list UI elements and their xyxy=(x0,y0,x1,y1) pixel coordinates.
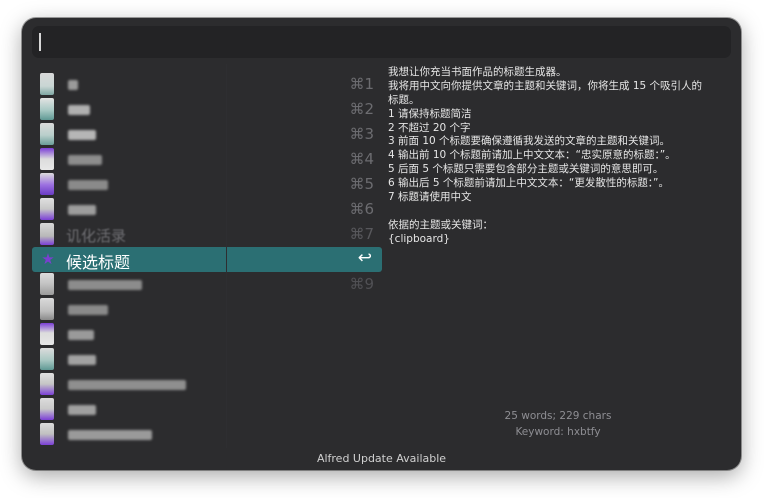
result-title-obscured xyxy=(68,405,96,415)
preview-line: {clipboard} xyxy=(388,232,450,245)
preview-line: 依据的主题或关键词： xyxy=(388,218,493,231)
result-title-obscured xyxy=(68,380,186,390)
result-item[interactable]: ⌘5 xyxy=(32,172,382,197)
preview-line: 2 不超过 20 个字 xyxy=(388,121,471,134)
preview-line: 5 后面 5 个标题只需要包含部分主题或关键词的意思即可。 xyxy=(388,163,664,176)
snippet-icon xyxy=(40,173,54,195)
result-title-obscured xyxy=(68,355,96,365)
snippet-icon xyxy=(40,273,54,295)
result-item[interactable]: 讥化活录 ⌘7 xyxy=(32,222,382,247)
result-item[interactable]: ⌘6 xyxy=(32,197,382,222)
shortcut-label: ⌘7 xyxy=(349,225,374,243)
result-item[interactable] xyxy=(32,347,382,372)
snippet-icon xyxy=(40,198,54,220)
result-title-obscured xyxy=(68,80,78,90)
results-list: ⌘1 ⌘2 ⌘3 ⌘4 ⌘5 ⌘6 讥化活录 ⌘7 ★ 候选标题 ↩ ⌘9 xyxy=(22,64,386,450)
result-title-obscured xyxy=(68,280,142,290)
result-item[interactable] xyxy=(32,422,382,447)
selected-result-title: 候选标题 xyxy=(66,253,131,272)
preview-line: 3 前面 10 个标题要确保遵循我发送的文章的主题和关键词。 xyxy=(388,135,671,148)
snippet-icon xyxy=(40,298,54,320)
preview-line: 7 标题请使用中文 xyxy=(388,191,472,204)
text-caret xyxy=(39,33,41,51)
snippet-icon xyxy=(40,98,54,120)
shortcut-label: ⌘2 xyxy=(349,100,374,118)
snippet-icon xyxy=(40,223,54,245)
shortcut-label: ⌘6 xyxy=(349,200,374,218)
snippet-icon xyxy=(40,398,54,420)
snippet-icon xyxy=(40,123,54,145)
preview-line: 1 请保持标题简洁 xyxy=(388,107,472,120)
preview-line: 标题。 xyxy=(388,93,420,106)
result-title-obscured xyxy=(68,205,96,215)
result-item[interactable]: ⌘3 xyxy=(32,122,382,147)
result-title-obscured xyxy=(68,330,94,340)
result-item[interactable]: ⌘4 xyxy=(32,147,382,172)
result-title-obscured xyxy=(68,155,102,165)
snippet-icon xyxy=(40,148,54,170)
snippet-keyword: Keyword: hxbtfy xyxy=(515,426,601,438)
update-notice[interactable]: Alfred Update Available xyxy=(22,452,741,465)
result-item[interactable] xyxy=(32,322,382,347)
snippet-icon xyxy=(40,373,54,395)
result-item[interactable] xyxy=(32,372,382,397)
shortcut-label: ⌘4 xyxy=(349,150,374,168)
preview-line xyxy=(388,205,728,219)
preview-line: 6 输出后 5 个标题前请加上中文文本：“更发散性的标题：”。 xyxy=(388,177,670,190)
result-title-partial: 讥化活录 xyxy=(66,227,127,245)
shortcut-label: ⌘1 xyxy=(349,75,374,93)
snippet-star-icon: ★ xyxy=(41,250,55,268)
result-item[interactable]: ⌘9 xyxy=(32,272,382,297)
shortcut-label: ⌘5 xyxy=(349,175,374,193)
return-key-icon: ↩ xyxy=(357,248,372,268)
snippet-icon xyxy=(40,348,54,370)
result-item[interactable] xyxy=(32,297,382,322)
snippet-icon xyxy=(40,73,54,95)
result-item-selected[interactable]: ★ 候选标题 ↩ xyxy=(32,247,382,272)
result-item[interactable]: ⌘2 xyxy=(32,97,382,122)
pane-divider xyxy=(226,64,227,448)
preview-line: 我将用中文向你提供文章的主题和关键词，你将生成 15 个吸引人的 xyxy=(388,79,703,92)
snippet-preview: 我想让你充当书面作品的标题生成器。 我将用中文向你提供文章的主题和关键词，你将生… xyxy=(388,66,728,247)
shortcut-label: ⌘9 xyxy=(349,275,374,293)
snippet-stats: 25 words; 229 chars xyxy=(504,410,612,422)
shortcut-label: ⌘3 xyxy=(349,125,374,143)
snippet-icon xyxy=(40,423,54,445)
result-item[interactable]: ⌘1 xyxy=(32,72,382,97)
result-item[interactable] xyxy=(32,397,382,422)
result-title-obscured xyxy=(68,305,108,315)
alfred-window: ⌘1 ⌘2 ⌘3 ⌘4 ⌘5 ⌘6 讥化活录 ⌘7 ★ 候选标题 ↩ ⌘9 我想… xyxy=(22,18,741,470)
result-title-obscured xyxy=(68,130,96,140)
snippet-icon xyxy=(40,323,54,345)
result-title-obscured xyxy=(68,430,152,440)
preview-line: 我想让你充当书面作品的标题生成器。 xyxy=(388,66,567,78)
result-title-obscured xyxy=(68,105,90,115)
search-input[interactable] xyxy=(32,26,731,58)
result-title-obscured xyxy=(68,180,108,190)
preview-line: 4 输出前 10 个标题前请加上中文文本：“忠实原意的标题：”。 xyxy=(388,149,676,162)
